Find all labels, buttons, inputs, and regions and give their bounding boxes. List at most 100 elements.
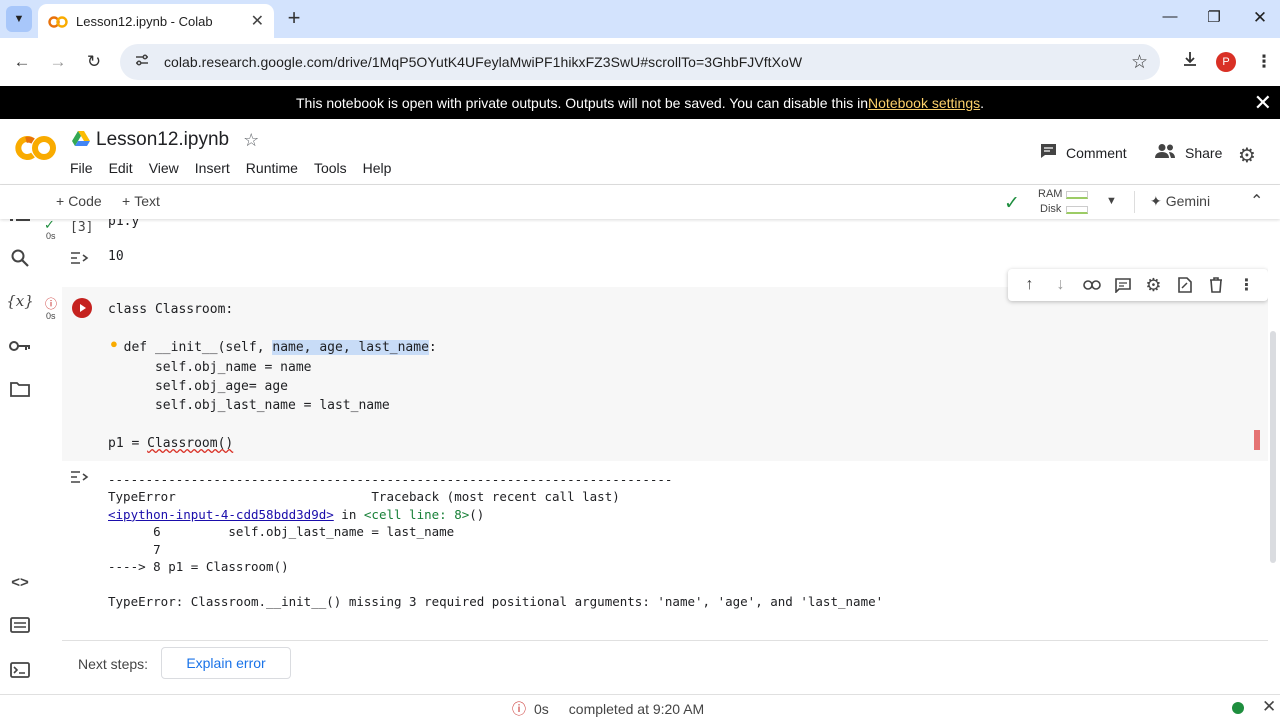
browser-tab[interactable]: Lesson12.ipynb - Colab ✕ [38,4,274,38]
download-icon[interactable] [1178,50,1202,74]
back-arrow-icon[interactable]: ← [10,50,34,74]
runtime-connected-indicator [1232,702,1244,714]
close-icon[interactable]: ✕ [1262,697,1276,717]
cell-error-icon: ⓘ [45,297,58,311]
code-line: class Classroom: [108,302,234,317]
chevron-down-icon[interactable]: ▼ [1106,195,1117,207]
minimize-icon[interactable]: — [1160,8,1180,25]
next-steps-bar: Next steps: Explain error [62,640,1268,688]
chevron-down-icon: ▼ [13,13,25,25]
menu-view[interactable]: View [149,160,179,176]
new-tab-button[interactable]: + [284,5,304,31]
more-vert-icon[interactable]: ⋮ [1236,274,1258,296]
star-icon[interactable]: ☆ [243,130,259,151]
command-palette-icon[interactable] [8,613,32,637]
cell1-prompt: [3] [70,220,94,235]
plus-icon: + [122,193,131,209]
tab-title: Lesson12.ipynb - Colab [76,13,213,29]
ram-bar [1066,191,1088,199]
notebook-scrollbar[interactable] [1270,331,1276,563]
code-cell[interactable]: ● class Classroom: def __init__(self, na… [62,287,1268,461]
close-tab-icon[interactable]: ✕ [251,11,264,31]
comment-label: Comment [1066,144,1127,161]
output-toggle-icon[interactable] [70,250,90,269]
traceback-line: ----> 8 p1 = Classroom() [108,559,289,575]
address-bar[interactable]: colab.research.google.com/drive/1MqP5OYu… [120,44,1160,80]
share-button[interactable]: Share [1154,143,1222,162]
private-outputs-banner: This notebook is open with private outpu… [0,86,1280,119]
cell1-output: 10 [108,249,124,264]
move-down-icon[interactable]: ↓ [1050,274,1072,296]
menu-runtime[interactable]: Runtime [246,160,298,176]
traceback-header: TypeError Traceback (most recent call la… [108,489,620,505]
code-line: self.obj_name = name [108,359,312,375]
traceback-line: 6 self.obj_last_name = last_name [108,524,455,540]
disk-label: Disk [1040,203,1062,215]
reload-icon[interactable]: ↻ [82,50,106,74]
open-in-tab-icon[interactable] [1174,274,1196,296]
cell1-source[interactable]: p1.y [108,219,139,229]
link-icon[interactable] [1081,274,1103,296]
connected-check-icon: ✓ [1004,193,1020,214]
code-line: self.obj_last_name = last_name [108,398,390,414]
cell-output-area: ----------------------------------------… [62,463,1268,635]
notebook-settings-link[interactable]: Notebook settings [868,95,980,111]
variables-icon[interactable]: {x} [6,289,34,313]
profile-avatar[interactable]: P [1216,52,1236,72]
tab-search-button[interactable]: ▼ [6,6,32,32]
banner-text: This notebook is open with private outpu… [296,94,869,111]
colab-logo[interactable] [14,133,58,163]
resources-indicator[interactable]: ✓ RAM Disk ▼ [1004,188,1124,216]
code-editor[interactable]: class Classroom: def __init__(self, name… [108,300,437,454]
explain-error-button[interactable]: Explain error [161,647,291,679]
collapse-header-icon[interactable]: ⌃ [1250,191,1263,211]
notebook-filename[interactable]: Lesson12.ipynb [96,129,229,151]
traceback-rule: ----------------------------------------… [108,472,673,487]
divider [1134,191,1135,213]
error-status-icon: ⓘ [512,701,526,717]
url-text: colab.research.google.com/drive/1MqP5OYu… [164,54,803,70]
menu-help[interactable]: Help [363,160,392,176]
run-cell-button[interactable] [72,298,92,318]
code-line: p1 = Classroom() [108,436,234,452]
forward-arrow-icon[interactable]: → [46,50,70,74]
more-vert-icon[interactable]: ⋮ [1252,50,1276,74]
move-up-icon[interactable]: ↑ [1019,274,1041,296]
output-toggle-icon[interactable] [70,469,90,490]
folder-icon[interactable] [8,377,32,401]
menu-file[interactable]: File [70,160,93,176]
secrets-key-icon[interactable] [8,334,32,358]
notebook-area: ✓ 0s [3] p1.y 10 ⓘ 0s ● class Classroom:… [40,219,1268,694]
add-code-cell-button[interactable]: + Code [56,193,102,209]
colab-favicon-icon [48,15,68,28]
site-settings-icon[interactable] [134,52,150,73]
selected-text: name, age, last_name [272,340,429,356]
delete-icon[interactable] [1205,274,1227,296]
search-icon[interactable] [8,246,32,270]
restore-window-icon[interactable]: ❐ [1204,8,1224,26]
close-window-icon[interactable]: ✕ [1250,8,1270,28]
ipython-input-link[interactable]: <ipython-input-4-cdd58bdd3d9d> [108,507,334,522]
terminal-icon[interactable] [8,658,32,682]
people-icon [1154,143,1176,162]
comment-button[interactable]: Comment [1040,143,1127,162]
comment-icon[interactable] [1112,274,1134,296]
close-icon[interactable]: ✕ [1254,90,1272,116]
execution-status[interactable]: ⓘ 0s completed at 9:20 AM [512,699,704,719]
gemini-button[interactable]: ✦ Gemini [1150,193,1210,210]
menu-edit[interactable]: Edit [109,160,133,176]
settings-gear-icon[interactable]: ⚙ [1238,143,1256,168]
error-message: TypeError: Classroom.__init__() missing … [108,593,884,609]
disk-bar [1066,206,1088,214]
bookmark-star-icon[interactable]: ☆ [1131,51,1148,74]
add-text-cell-button[interactable]: + Text [122,193,160,209]
ram-label: RAM [1038,188,1063,200]
menu-insert[interactable]: Insert [195,160,230,176]
browser-tab-bar: ▼ Lesson12.ipynb - Colab ✕ + — ❐ ✕ [0,0,1280,38]
plus-icon: + [56,193,65,209]
status-time: 0s [534,701,549,717]
gear-icon[interactable]: ⚙ [1143,274,1165,296]
code-snippets-icon[interactable]: <> [8,570,32,594]
menu-tools[interactable]: Tools [314,160,347,176]
code-line: self.obj_age= age [108,378,289,394]
